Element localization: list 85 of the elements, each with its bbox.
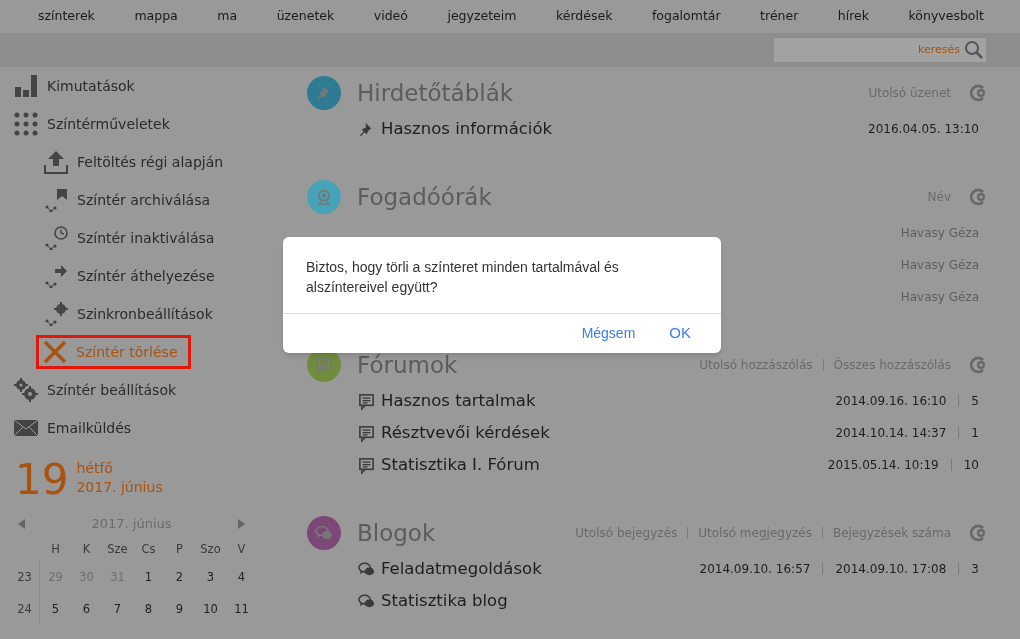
table-cell-text: 5 [971,393,979,410]
nav-link[interactable]: jegyzeteim [447,7,517,26]
table-cell-text: 1 [971,425,979,442]
ok-button[interactable]: OK [663,322,697,345]
add-circle-icon[interactable] [969,356,987,374]
prev-month-icon[interactable] [18,519,25,529]
nav-link[interactable]: mappa [134,7,178,26]
sidebar-item[interactable]: Színtér áthelyezése [44,259,215,293]
item-link[interactable]: Hasznos információk [381,116,553,142]
dialog-message: Biztos, hogy törli a színteret minden tartalmával és alszíntereivel együtt? [305,258,620,297]
calendar-day[interactable]: 10 [195,593,226,625]
nav-link[interactable]: könyvesbolt [908,7,984,26]
date-day: 19 [15,457,69,503]
sidebar-item[interactable]: Feltöltés régi alapján [44,145,224,179]
calendar-day[interactable]: 3 [195,561,226,593]
add-circle-icon[interactable] [969,188,987,206]
nav-link[interactable]: tréner [760,7,799,26]
table-cell-text: 2016.04.05. 13:10 [868,121,979,138]
search-icon[interactable] [964,40,984,60]
table-cell-text: 2015.05.14. 10:19 [827,457,939,474]
sidebar-item[interactable]: Szinkronbeállítások [44,297,213,331]
week-number: 23 [10,561,40,593]
table-cell-text: 3 [971,561,979,578]
nav-link[interactable]: fogalomtár [651,7,721,26]
nav-link[interactable]: színterek [38,7,95,26]
item-link[interactable]: Résztvevői kérdések [381,420,550,446]
table-cell-text: Havasy Géza [900,225,979,242]
calendar-day[interactable]: 4 [226,561,257,593]
nav-link[interactable]: hírek [837,7,870,26]
sidebar-item[interactable]: Kimutatások [14,69,135,103]
add-circle-icon[interactable] [969,84,987,102]
nav-link[interactable]: üzenetek [276,7,335,26]
calendar-day[interactable]: 1 [133,561,164,593]
grid-dots-icon [14,112,38,136]
weekday-header: H [50,541,61,558]
week-number: 24 [10,593,40,625]
search-placeholder: keresés [917,41,960,58]
bookmark-icon [44,188,68,212]
item-link[interactable]: Statisztika blog [381,588,508,614]
table-cell-text: Havasy Géza [900,289,979,306]
table-cell-text: 2014.09.10. 16:57 [699,561,811,578]
chart-icon [14,74,38,98]
sidebar-item[interactable]: Színtér beállítások [14,373,177,407]
weekday-header: V [236,541,247,558]
item-link[interactable]: Feladatmegoldások [381,556,542,582]
arrow-icon [44,264,68,288]
weekday-header: P [175,541,184,558]
calendar-day[interactable]: 2 [164,561,195,593]
next-month-icon[interactable] [238,519,245,529]
month: 2017. június [76,478,163,497]
nav-link[interactable]: ma [217,7,238,26]
gear-icon [44,302,68,326]
weekday-header: Sze [106,541,129,558]
nav-link[interactable]: videó [373,7,408,26]
table-cell-text: 2014.09.16. 16:10 [835,393,947,410]
forum-icon [357,391,376,411]
item-link[interactable]: Statisztika I. Fórum [381,452,540,478]
calendar-day[interactable]: 7 [102,593,133,625]
weekday-header: Cs [140,541,157,558]
forum-icon [357,455,376,475]
table-cell-text: Havasy Géza [900,257,979,274]
calendar-day[interactable]: 5 [40,593,71,625]
upload-icon [44,150,68,174]
table-cell-text: 2014.10.14. 14:37 [835,425,947,442]
item-link[interactable]: Hasznos tartalmak [381,388,536,414]
calendar-day[interactable]: 11 [226,593,257,625]
calendar-day[interactable]: 6 [71,593,102,625]
forum-icon [357,423,376,443]
add-circle-icon[interactable] [969,524,987,542]
table-cell-text: 10 [963,457,979,474]
gears-icon [14,378,38,402]
cross-icon [43,340,67,364]
sidebar-item[interactable]: Színtér archiválása [44,183,210,217]
calendar-day[interactable]: 8 [133,593,164,625]
table-cell-text: 2014.09.10. 17:08 [835,561,947,578]
sidebar-item[interactable]: Emailküldés [14,411,132,445]
weekday: hétfő [76,459,114,478]
clock-icon [44,226,68,250]
weekday-header: K [81,541,92,558]
sidebar-item[interactable]: Színtér inaktiválása [44,221,215,255]
cancel-button[interactable]: Mégsem [575,323,642,344]
calendar-day[interactable]: 9 [164,593,195,625]
weekday-header: Szo [199,541,222,558]
nav-link[interactable]: kérdések [555,7,613,26]
sidebar-item[interactable]: Színtérműveletek [14,107,170,141]
